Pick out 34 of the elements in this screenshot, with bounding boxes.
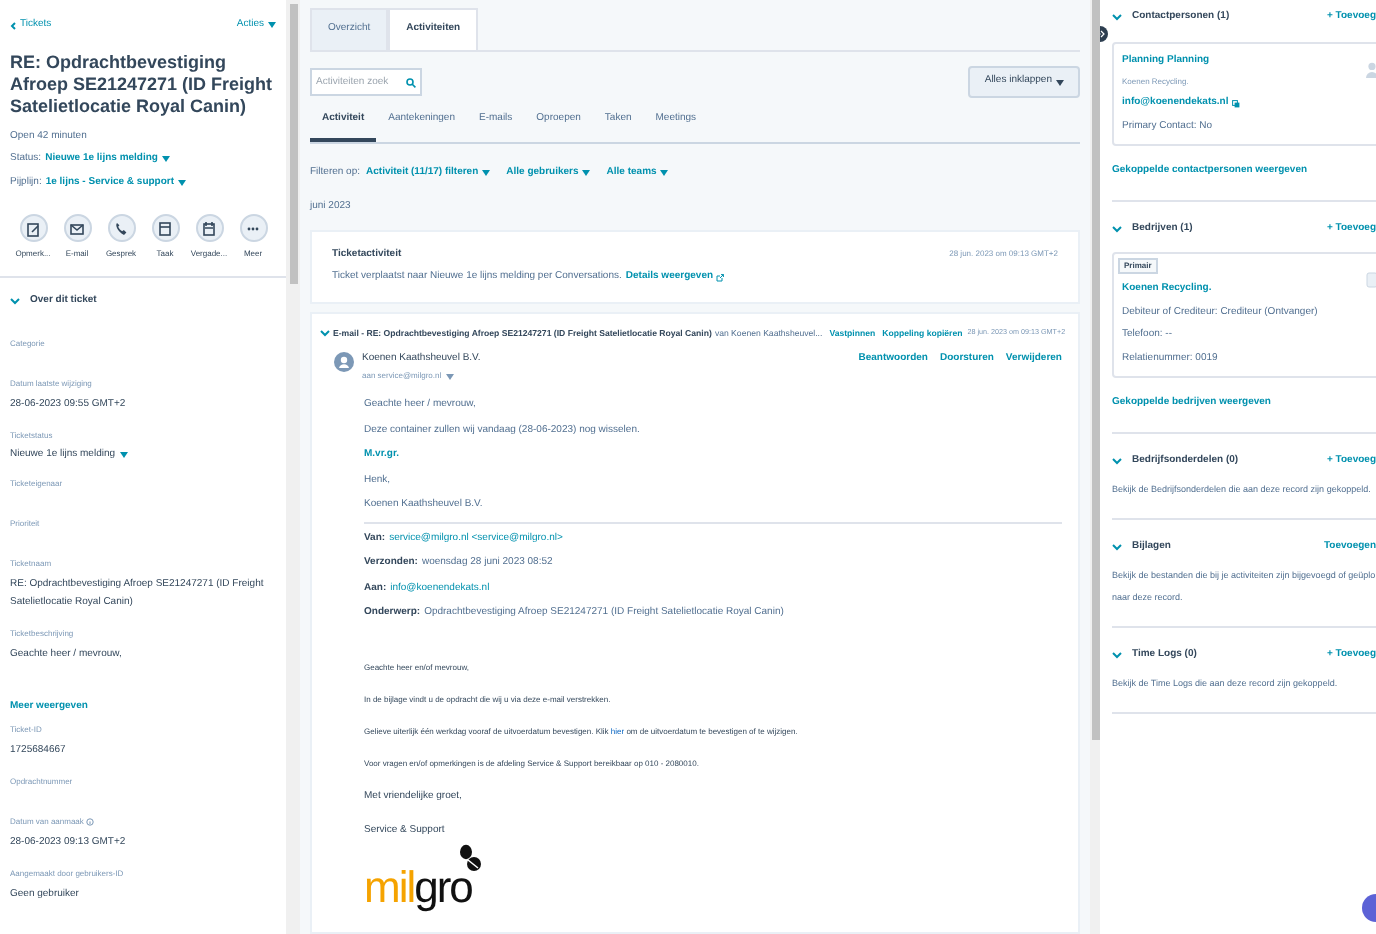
avatar-icon <box>334 351 354 372</box>
caret-icon <box>119 451 128 458</box>
copy-icon[interactable] <box>1232 99 1241 108</box>
logo-text: gro <box>414 861 472 912</box>
action-button[interactable] <box>195 214 223 242</box>
action-button[interactable] <box>151 214 179 242</box>
logo-text: mil <box>364 861 415 912</box>
caret-icon <box>161 156 170 163</box>
caret-icon <box>445 373 454 380</box>
action-button[interactable] <box>63 214 91 242</box>
action-button[interactable] <box>19 214 47 242</box>
scrollbar-thumb[interactable] <box>289 4 297 284</box>
person-icon <box>1366 61 1376 77</box>
phone-icon <box>112 219 130 237</box>
caret-icon <box>660 169 669 176</box>
chat-launcher-icon[interactable] <box>1356 894 1376 922</box>
pencil-icon <box>24 219 42 237</box>
caret-icon <box>482 169 491 176</box>
external-link-icon <box>715 273 724 282</box>
bee-icon <box>458 843 482 872</box>
caret-icon <box>268 22 276 29</box>
calendar-icon <box>200 219 218 237</box>
caret-icon <box>178 179 187 186</box>
page-icon <box>156 219 174 237</box>
envelope-icon <box>68 219 86 237</box>
info-icon <box>85 817 94 825</box>
scrollbar-thumb[interactable] <box>1091 0 1099 740</box>
action-button[interactable] <box>107 214 135 242</box>
search-icon <box>406 77 416 87</box>
building-icon <box>1366 272 1376 288</box>
ticket-title: RE: Opdrachtbevestiging Afroep SE21247271 (ID Freight Satelietlocatie Royal Canin) <box>8 51 275 117</box>
caret-icon <box>582 169 591 176</box>
chevron-left-icon <box>10 21 16 30</box>
caret-icon <box>1056 79 1064 85</box>
